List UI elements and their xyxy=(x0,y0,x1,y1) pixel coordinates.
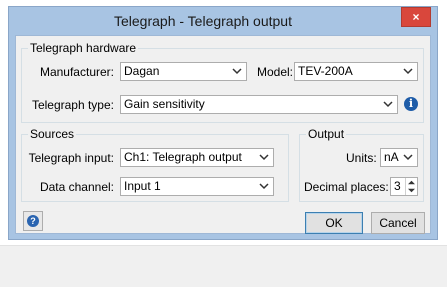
chevron-down-icon xyxy=(403,154,413,161)
decimal-places-spinner[interactable]: 3 xyxy=(390,177,418,196)
spinner-buttons[interactable] xyxy=(405,178,417,195)
units-select[interactable]: nA xyxy=(380,148,418,167)
output-group: Output Units: nA Decimal places: 3 xyxy=(299,127,424,202)
decimal-places-value: 3 xyxy=(394,179,401,193)
ok-button[interactable]: OK xyxy=(305,212,363,234)
units-label: Units: xyxy=(346,151,377,165)
cancel-button[interactable]: Cancel xyxy=(371,212,425,234)
manufacturer-label: Manufacturer: xyxy=(39,65,114,79)
help-button[interactable]: ? xyxy=(23,211,43,231)
sources-group: Sources Telegraph input: Ch1: Telegraph … xyxy=(21,127,289,202)
data-channel-value: Input 1 xyxy=(124,179,161,193)
telegraph-input-label: Telegraph input: xyxy=(28,151,114,165)
data-channel-label: Data channel: xyxy=(39,180,114,194)
telegraph-dialog: Telegraph - Telegraph output × Telegraph… xyxy=(8,6,438,240)
chevron-down-icon xyxy=(383,101,393,108)
manufacturer-value: Dagan xyxy=(124,64,160,78)
telegraph-type-value: Gain sensitivity xyxy=(124,97,205,111)
info-icon[interactable]: i xyxy=(404,97,418,111)
chevron-down-icon xyxy=(259,154,269,161)
dialog-body: Telegraph hardware Manufacturer: Dagan M… xyxy=(15,35,431,234)
help-icon: ? xyxy=(27,215,39,227)
spin-up-icon[interactable] xyxy=(407,179,416,186)
telegraph-input-select[interactable]: Ch1: Telegraph output xyxy=(120,148,274,167)
background-area xyxy=(0,245,447,287)
output-legend: Output xyxy=(306,127,347,141)
chevron-down-icon xyxy=(403,68,413,75)
telegraph-type-label: Telegraph type: xyxy=(31,98,114,112)
model-label: Model: xyxy=(257,65,294,79)
close-button[interactable]: × xyxy=(401,7,431,27)
decimal-places-label: Decimal places: xyxy=(304,180,389,194)
telegraph-hardware-legend: Telegraph hardware xyxy=(28,41,139,55)
chevron-down-icon xyxy=(232,68,242,75)
telegraph-type-select[interactable]: Gain sensitivity xyxy=(120,95,398,114)
window-title: Telegraph - Telegraph output xyxy=(114,13,292,29)
sources-legend: Sources xyxy=(28,127,77,141)
model-select[interactable]: TEV-200A xyxy=(294,62,418,81)
telegraph-hardware-group: Telegraph hardware Manufacturer: Dagan M… xyxy=(21,41,424,123)
title-bar[interactable]: Telegraph - Telegraph output × xyxy=(9,7,437,35)
spin-down-icon[interactable] xyxy=(407,187,416,194)
telegraph-input-value: Ch1: Telegraph output xyxy=(124,150,242,164)
chevron-down-icon xyxy=(259,183,269,190)
units-value: nA xyxy=(384,150,399,164)
model-value: TEV-200A xyxy=(298,64,353,78)
manufacturer-select[interactable]: Dagan xyxy=(120,62,247,81)
data-channel-select[interactable]: Input 1 xyxy=(120,177,274,196)
